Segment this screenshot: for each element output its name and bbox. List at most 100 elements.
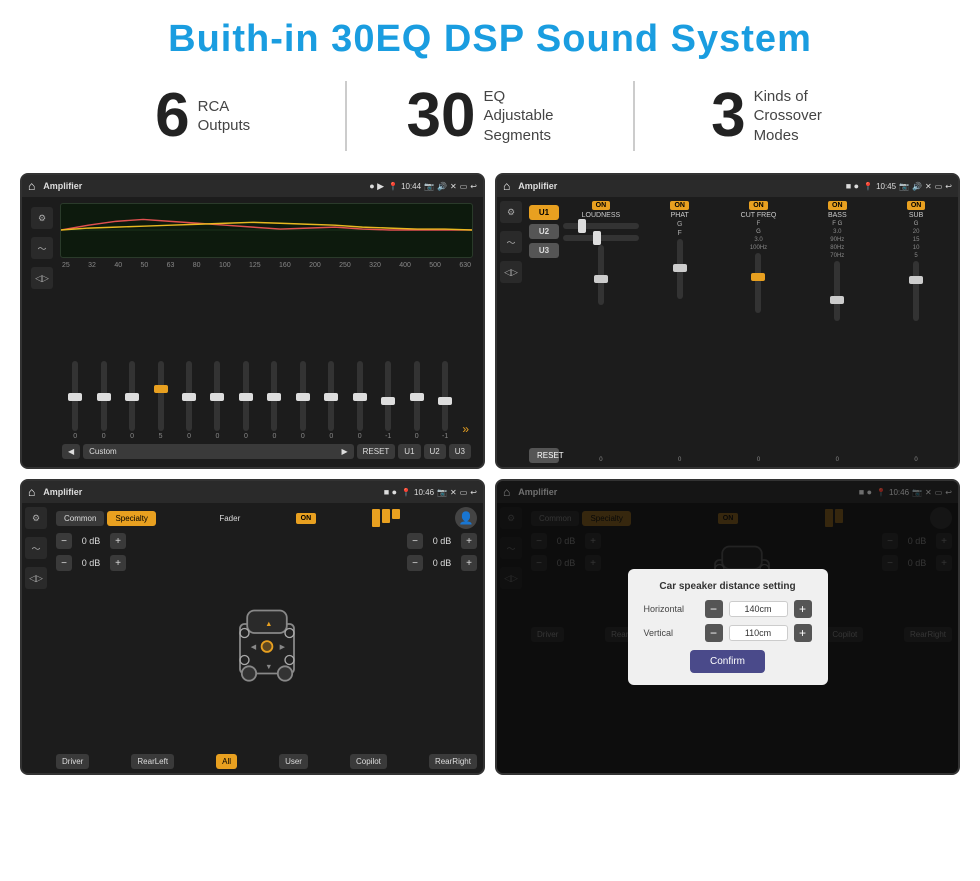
- eq-speaker-icon[interactable]: ◁▷: [31, 267, 53, 289]
- prev-preset-button[interactable]: ◀: [62, 444, 80, 459]
- confirm-button[interactable]: Confirm: [690, 650, 765, 673]
- fader-status-icons: 📍 10:46 📷 ✕ ▭ ↩: [401, 488, 477, 497]
- horizontal-label: Horizontal: [644, 604, 699, 614]
- fader-speaker-icon[interactable]: ◁▷: [25, 567, 47, 589]
- db-minus-3[interactable]: −: [407, 533, 423, 549]
- fader-main: Common Specialty Fader ON 👤: [50, 503, 483, 773]
- u2-preset-button[interactable]: U2: [529, 224, 559, 239]
- copilot-button[interactable]: Copilot: [350, 754, 387, 769]
- right-arrow-icon[interactable]: »: [462, 422, 469, 436]
- fader-title: Amplifier: [43, 487, 379, 497]
- right-arrow-area: »: [460, 418, 471, 440]
- eq-status-icons: 📍 10:44 📷 🔊 ✕ ▭ ↩: [388, 182, 477, 191]
- db-minus-2[interactable]: −: [56, 555, 72, 571]
- home-icon-2[interactable]: ⌂: [503, 179, 510, 193]
- db-row-3: − 0 dB +: [407, 533, 477, 549]
- reset-button-eq[interactable]: RESET: [357, 444, 396, 459]
- crossover-dots: ■ ●: [846, 181, 859, 191]
- all-button[interactable]: All: [216, 754, 237, 769]
- db-plus-3[interactable]: +: [461, 533, 477, 549]
- rearleft-button[interactable]: RearLeft: [131, 754, 174, 769]
- u3-preset-button[interactable]: U3: [529, 243, 559, 258]
- u3-button-eq[interactable]: U3: [449, 444, 471, 459]
- db-plus-4[interactable]: +: [461, 555, 477, 571]
- crossover-wave-icon[interactable]: 〜: [500, 231, 522, 253]
- horizontal-minus-button[interactable]: −: [705, 600, 723, 618]
- home-icon[interactable]: ⌂: [28, 179, 35, 193]
- eq-filter-icon[interactable]: ⚙: [31, 207, 53, 229]
- cutfreq-label: CUT FREQ: [741, 212, 777, 219]
- minimize-icon-3: ▭: [460, 488, 468, 497]
- crossover-status-icons: 📍 10:45 📷 🔊 ✕ ▭ ↩: [863, 182, 952, 191]
- sub-v-slider: [913, 261, 919, 455]
- camera-icon-2: 📷: [899, 182, 909, 191]
- u1-button-eq[interactable]: U1: [398, 444, 420, 459]
- u1-preset-button[interactable]: U1: [529, 205, 559, 220]
- slider-6: 0: [233, 361, 259, 440]
- fader-left-dbs: − 0 dB + − 0 dB +: [56, 533, 126, 750]
- db-plus-1[interactable]: +: [110, 533, 126, 549]
- fader-wave-icon[interactable]: 〜: [25, 537, 47, 559]
- common-tab[interactable]: Common: [56, 511, 104, 526]
- reset-button-crossover[interactable]: RESET: [529, 448, 559, 463]
- back-icon-2[interactable]: ↩: [945, 182, 952, 191]
- x-icon: ✕: [450, 182, 457, 191]
- crossover-content: ⚙ 〜 ◁▷ U1 U2 U3 RESET ON LOUDNESS: [497, 197, 958, 467]
- stat-number-crossover: 3: [711, 85, 745, 147]
- slider-5: 0: [204, 361, 230, 440]
- phat-on[interactable]: ON: [670, 201, 689, 210]
- fader-on-toggle[interactable]: ON: [296, 513, 317, 524]
- custom-preset-button[interactable]: Custom ▶: [83, 444, 353, 459]
- db-minus-4[interactable]: −: [407, 555, 423, 571]
- vertical-plus-button[interactable]: +: [794, 624, 812, 642]
- back-icon-3[interactable]: ↩: [470, 488, 477, 497]
- u2-button-eq[interactable]: U2: [424, 444, 446, 459]
- back-icon[interactable]: ↩: [470, 182, 477, 191]
- horizontal-plus-button[interactable]: +: [794, 600, 812, 618]
- vertical-label: Vertical: [644, 628, 699, 638]
- phat-v-slider: [677, 239, 683, 455]
- loudness-slider-h2[interactable]: [563, 235, 639, 241]
- sub-on[interactable]: ON: [907, 201, 926, 210]
- fader-filter-icon[interactable]: ⚙: [25, 507, 47, 529]
- vertical-row: Vertical − 110cm +: [644, 624, 812, 642]
- fader-profile-icon[interactable]: 👤: [455, 507, 477, 529]
- screens-grid: ⌂ Amplifier ● ▶ 📍 10:44 📷 🔊 ✕ ▭ ↩ ⚙ 〜 ◁▷: [0, 165, 980, 785]
- volume-icon-2: 🔊: [912, 182, 922, 191]
- stat-eq: 30 EQ AdjustableSegments: [347, 85, 632, 147]
- camera-icon: 📷: [424, 182, 434, 191]
- rearright-button[interactable]: RearRight: [429, 754, 477, 769]
- user-button[interactable]: User: [279, 754, 308, 769]
- slider-track-0[interactable]: [72, 361, 78, 431]
- db-minus-1[interactable]: −: [56, 533, 72, 549]
- person-icon: 👤: [458, 511, 473, 525]
- db-plus-2[interactable]: +: [110, 555, 126, 571]
- eq-wave-icon[interactable]: 〜: [31, 237, 53, 259]
- crossover-left-icons: ⚙ 〜 ◁▷: [497, 197, 525, 467]
- fader-label: Fader: [219, 514, 240, 523]
- bass-v-slider: [834, 261, 840, 455]
- distance-screen: ⌂ Amplifier ■ ● 📍 10:46 📷 ✕ ▭ ↩ ⚙ 〜 ◁▷: [495, 479, 960, 775]
- eq-bottom-bar: ◀ Custom ▶ RESET U1 U2 U3: [60, 440, 473, 461]
- stats-row: 6 RCAOutputs 30 EQ AdjustableSegments 3 …: [0, 71, 980, 165]
- cutfreq-v-slider: [755, 253, 761, 455]
- loudness-on[interactable]: ON: [592, 201, 611, 210]
- driver-button[interactable]: Driver: [56, 754, 89, 769]
- phat-col: ON PHAT G F 0: [642, 201, 718, 463]
- db-value-3: 0 dB: [426, 536, 458, 546]
- eq-status-bar: ⌂ Amplifier ● ▶ 📍 10:44 📷 🔊 ✕ ▭ ↩: [22, 175, 483, 197]
- cutfreq-on[interactable]: ON: [749, 201, 768, 210]
- fader-status-bar: ⌂ Amplifier ■ ● 📍 10:46 📷 ✕ ▭ ↩: [22, 481, 483, 503]
- crossover-filter-icon[interactable]: ⚙: [500, 201, 522, 223]
- loudness-slider-h1[interactable]: [563, 223, 639, 229]
- bass-on[interactable]: ON: [828, 201, 847, 210]
- db-row-2: − 0 dB +: [56, 555, 126, 571]
- vertical-minus-button[interactable]: −: [705, 624, 723, 642]
- specialty-tab[interactable]: Specialty: [107, 511, 155, 526]
- slider-3: 5: [147, 361, 173, 440]
- crossover-title: Amplifier: [518, 181, 841, 191]
- crossover-speaker-icon[interactable]: ◁▷: [500, 261, 522, 283]
- slider-1: 0: [90, 361, 116, 440]
- home-icon-3[interactable]: ⌂: [28, 485, 35, 499]
- eq-freq-labels: 2532405063 80100125160200 25032040050063…: [60, 262, 473, 269]
